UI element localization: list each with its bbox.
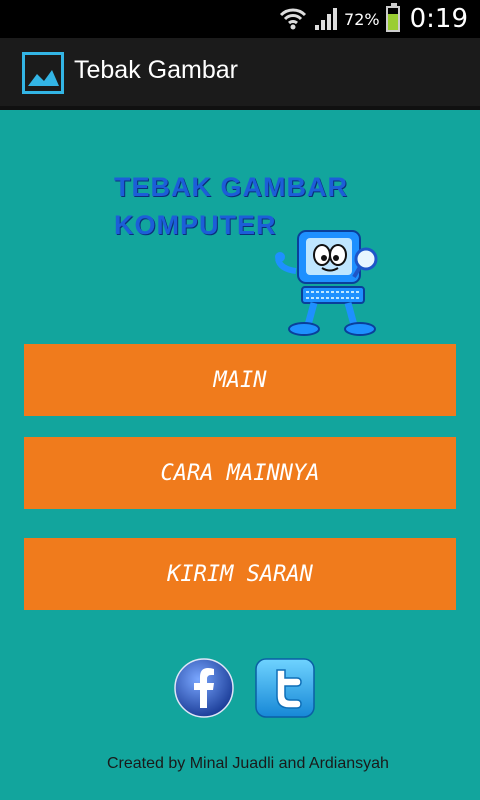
credit-text: Created by Minal Juadli and Ardiansyah xyxy=(107,755,389,772)
facebook-icon[interactable] xyxy=(174,658,234,718)
how-to-play-button[interactable]: CARA MAINNYA xyxy=(24,437,456,509)
status-bar-right: 72% 0:19 xyxy=(278,0,468,38)
battery-icon xyxy=(385,3,400,32)
wifi-icon xyxy=(279,8,307,30)
logo-title-line2: KOMPUTER xyxy=(114,210,277,240)
clock: 0:19 xyxy=(409,4,468,34)
signal-icon xyxy=(315,8,338,30)
game-logo: TEBAK GAMBAR KOMPUTER xyxy=(114,170,394,340)
main-button[interactable]: MAIN xyxy=(24,344,456,416)
action-bar: Tebak Gambar xyxy=(0,38,480,110)
battery-percent: 72% xyxy=(344,9,380,29)
app-title: Tebak Gambar xyxy=(74,56,238,84)
main-content: TEBAK GAMBAR KOMPUTER MAIN CARA MAINNYA … xyxy=(0,110,480,800)
logo-title-line1: TEBAK GAMBAR xyxy=(114,172,348,202)
send-feedback-button[interactable]: KIRIM SARAN xyxy=(24,538,456,610)
battery-fill xyxy=(387,14,398,30)
image-icon xyxy=(22,52,64,94)
status-bar: 72% 0:19 xyxy=(0,0,480,38)
twitter-icon[interactable] xyxy=(255,658,315,718)
computer-mascot-icon xyxy=(275,230,378,336)
